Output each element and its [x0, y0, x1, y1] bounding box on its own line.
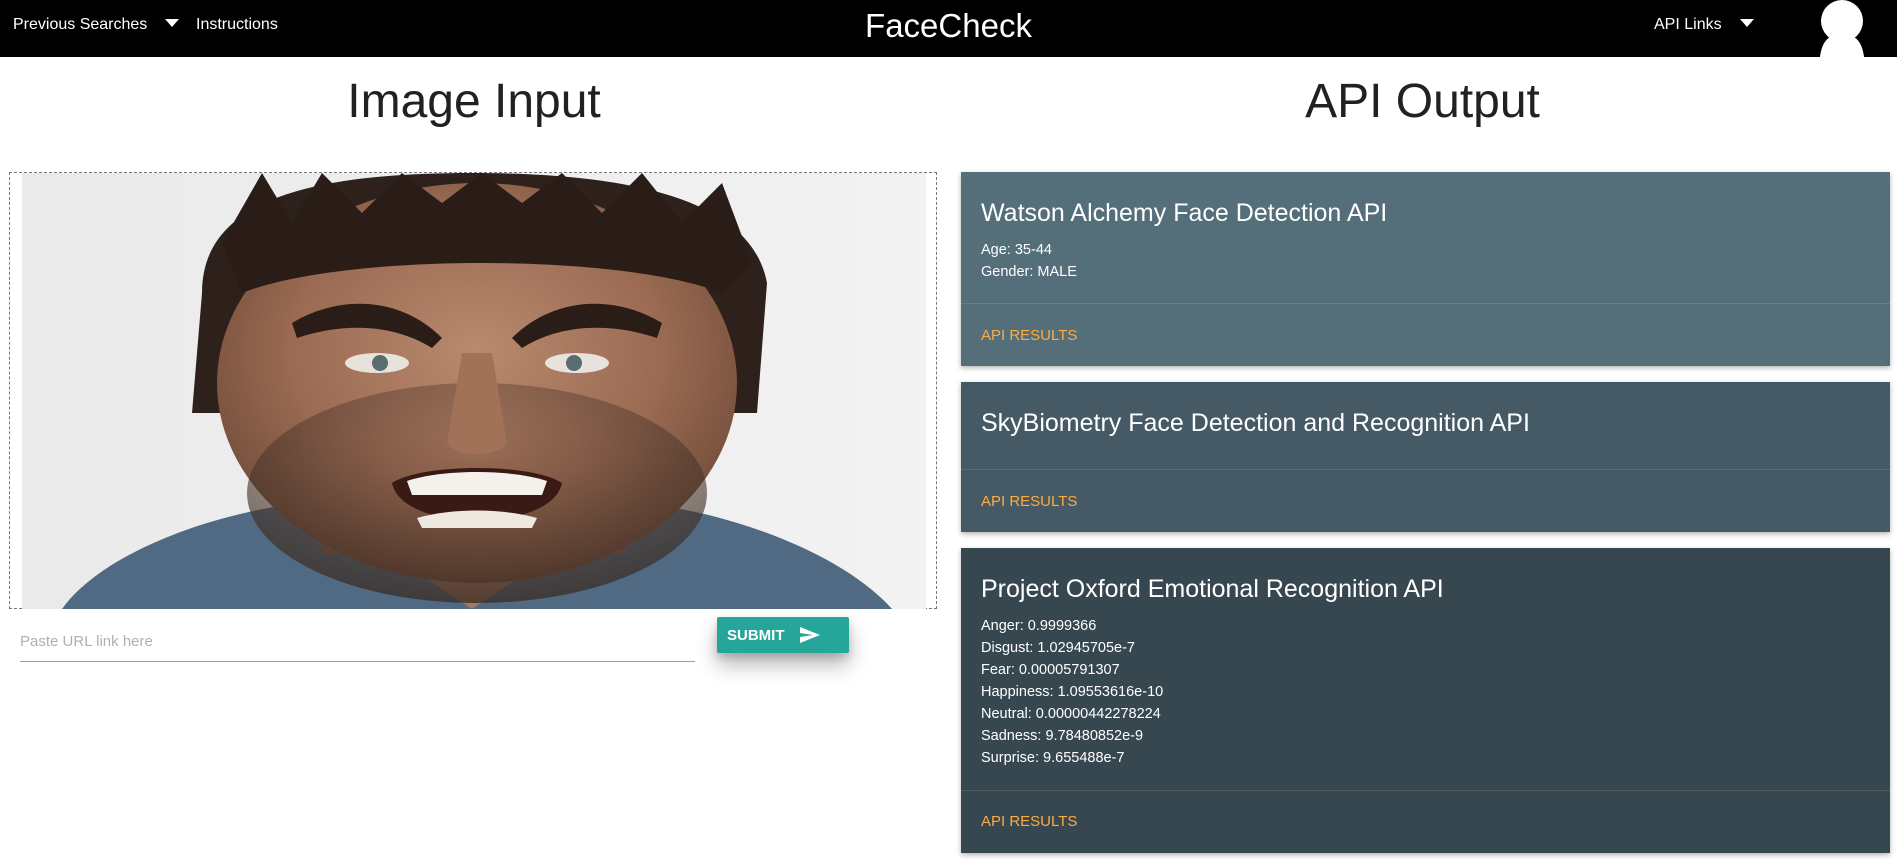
card-title: SkyBiometry Face Detection and Recogniti…	[981, 409, 1530, 437]
card-results: Age: 35-44 Gender: MALE	[981, 239, 1077, 283]
result-line: Sadness: 9.78480852e-9	[981, 728, 1144, 744]
card-divider	[961, 790, 1890, 791]
api-results-link[interactable]: API RESULTS	[981, 493, 1077, 510]
card-results: Anger: 0.9999366 Disgust: 1.02945705e-7 …	[981, 615, 1163, 769]
submit-label: SUBMIT	[727, 626, 785, 644]
api-results-link[interactable]: API RESULTS	[981, 327, 1077, 344]
image-input-heading: Image Input	[347, 75, 601, 128]
result-line: Fear: 0.00005791307	[981, 662, 1120, 678]
caret-down-icon	[1739, 18, 1754, 27]
url-input[interactable]	[20, 622, 695, 662]
card-title: Project Oxford Emotional Recognition API	[981, 575, 1444, 603]
result-line: Gender: MALE	[981, 264, 1077, 280]
card-title: Watson Alchemy Face Detection API	[981, 199, 1388, 227]
skybiometry-card: SkyBiometry Face Detection and Recogniti…	[961, 382, 1890, 532]
result-line: Neutral: 0.00000442278224	[981, 706, 1161, 722]
send-icon	[800, 627, 820, 643]
caret-down-icon	[165, 18, 180, 27]
result-line: Age: 35-44	[981, 242, 1052, 258]
api-links-dropdown[interactable]: API Links	[1654, 0, 1754, 49]
result-line: Happiness: 1.09553616e-10	[981, 684, 1164, 700]
project-oxford-card: Project Oxford Emotional Recognition API…	[961, 548, 1890, 853]
watson-card: Watson Alchemy Face Detection API Age: 3…	[961, 172, 1890, 366]
user-avatar-icon[interactable]	[1816, 0, 1868, 57]
brand-title: FaceCheck	[865, 7, 1032, 44]
api-results-link[interactable]: API RESULTS	[981, 813, 1077, 830]
previous-searches-dropdown[interactable]: Previous Searches	[13, 0, 180, 49]
previous-searches-label: Previous Searches	[13, 16, 148, 33]
result-line: Surprise: 9.655488e-7	[981, 750, 1125, 766]
instructions-link[interactable]: Instructions	[196, 0, 278, 49]
result-line: Anger: 0.9999366	[981, 618, 1097, 634]
card-divider	[961, 303, 1890, 304]
image-drop-zone[interactable]	[9, 172, 937, 609]
card-divider	[961, 469, 1890, 470]
result-line: Disgust: 1.02945705e-7	[981, 640, 1135, 656]
api-links-label: API Links	[1654, 16, 1722, 33]
submit-button[interactable]: SUBMIT	[717, 617, 849, 653]
top-nav: Previous Searches Instructions FaceCheck…	[0, 0, 1897, 57]
face-photo	[22, 173, 926, 609]
api-output-heading: API Output	[1305, 75, 1540, 128]
